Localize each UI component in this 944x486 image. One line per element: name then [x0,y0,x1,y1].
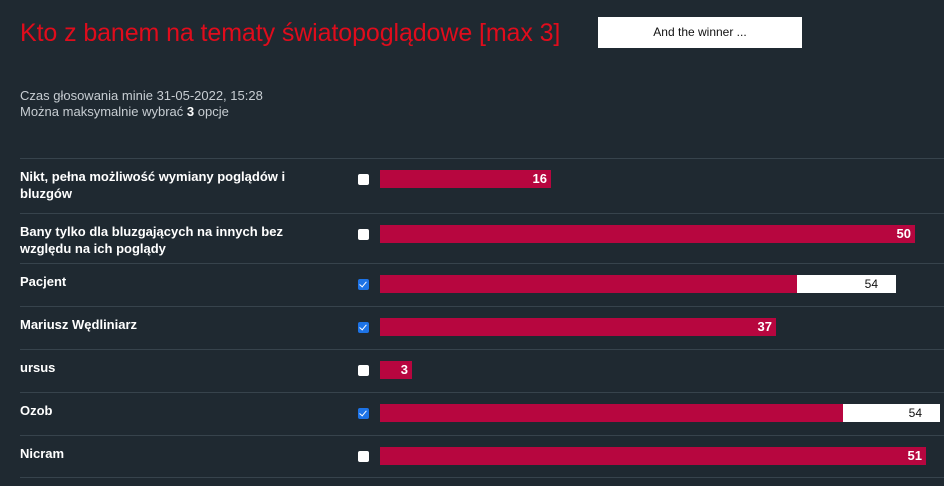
poll-option-row: Pacjent 54 [20,263,944,306]
vote-bar: 37 [380,318,776,336]
vote-bar [380,275,797,293]
poll-option-row: Nikt, pełna możliwość wymiany poglądów i… [20,158,944,213]
option-label: Pacjent [20,274,67,289]
vote-bar: 51 [380,447,926,465]
vote-count: 51 [907,448,922,463]
max-choices-text: Można maksymalnie wybrać 3 opcje [20,104,263,120]
option-checkbox[interactable] [358,408,369,419]
vote-count: 37 [757,319,772,334]
option-label: Nikt, pełna możliwość wymiany poglądów i… [20,169,286,201]
option-checkbox[interactable] [358,451,369,462]
poll-option-row: Mariusz Wędliniarz 37 [20,306,944,349]
option-label: ursus [20,360,56,375]
deadline-text: Czas głosowania minie 31-05-2022, 15:28 [20,88,263,103]
vote-bar [380,404,843,422]
poll-options-list: Nikt, pełna możliwość wymiany poglądów i… [20,158,944,478]
option-label: Ozob [20,403,53,418]
option-label: Bany tylko dla bluzgających na innych be… [20,224,283,256]
option-label: Nicram [20,446,65,461]
max-text-prefix: Można maksymalnie wybrać [20,104,187,119]
vote-count: 50 [896,226,911,241]
option-checkbox[interactable] [358,229,369,240]
winner-button[interactable]: And the winner ... [598,17,802,48]
vote-count: 54 [908,406,922,420]
poll-info: Czas głosowania minie 31-05-2022, 15:28 … [20,88,263,120]
poll-option-row: ursus 3 [20,349,944,392]
option-checkbox[interactable] [358,365,369,376]
vote-count: 3 [400,362,408,377]
poll-title: Kto z banem na tematy światopoglądowe [m… [20,19,561,47]
vote-count: 54 [864,277,878,291]
winner-highlight: 54 [797,275,896,293]
vote-bar: 3 [380,361,412,379]
option-label: Mariusz Wędliniarz [20,317,138,332]
option-checkbox[interactable] [358,322,369,333]
vote-bar: 50 [380,225,915,243]
option-checkbox[interactable] [358,279,369,290]
vote-bar: 16 [380,170,551,188]
poll-option-row: Bany tylko dla bluzgających na innych be… [20,213,944,263]
poll-option-row: Ozob 54 [20,392,944,435]
option-checkbox[interactable] [358,174,369,185]
winner-highlight: 54 [843,404,940,422]
vote-count: 16 [532,171,547,186]
poll-option-row: Nicram 51 [20,435,944,478]
max-text-suffix: opcje [194,104,229,119]
